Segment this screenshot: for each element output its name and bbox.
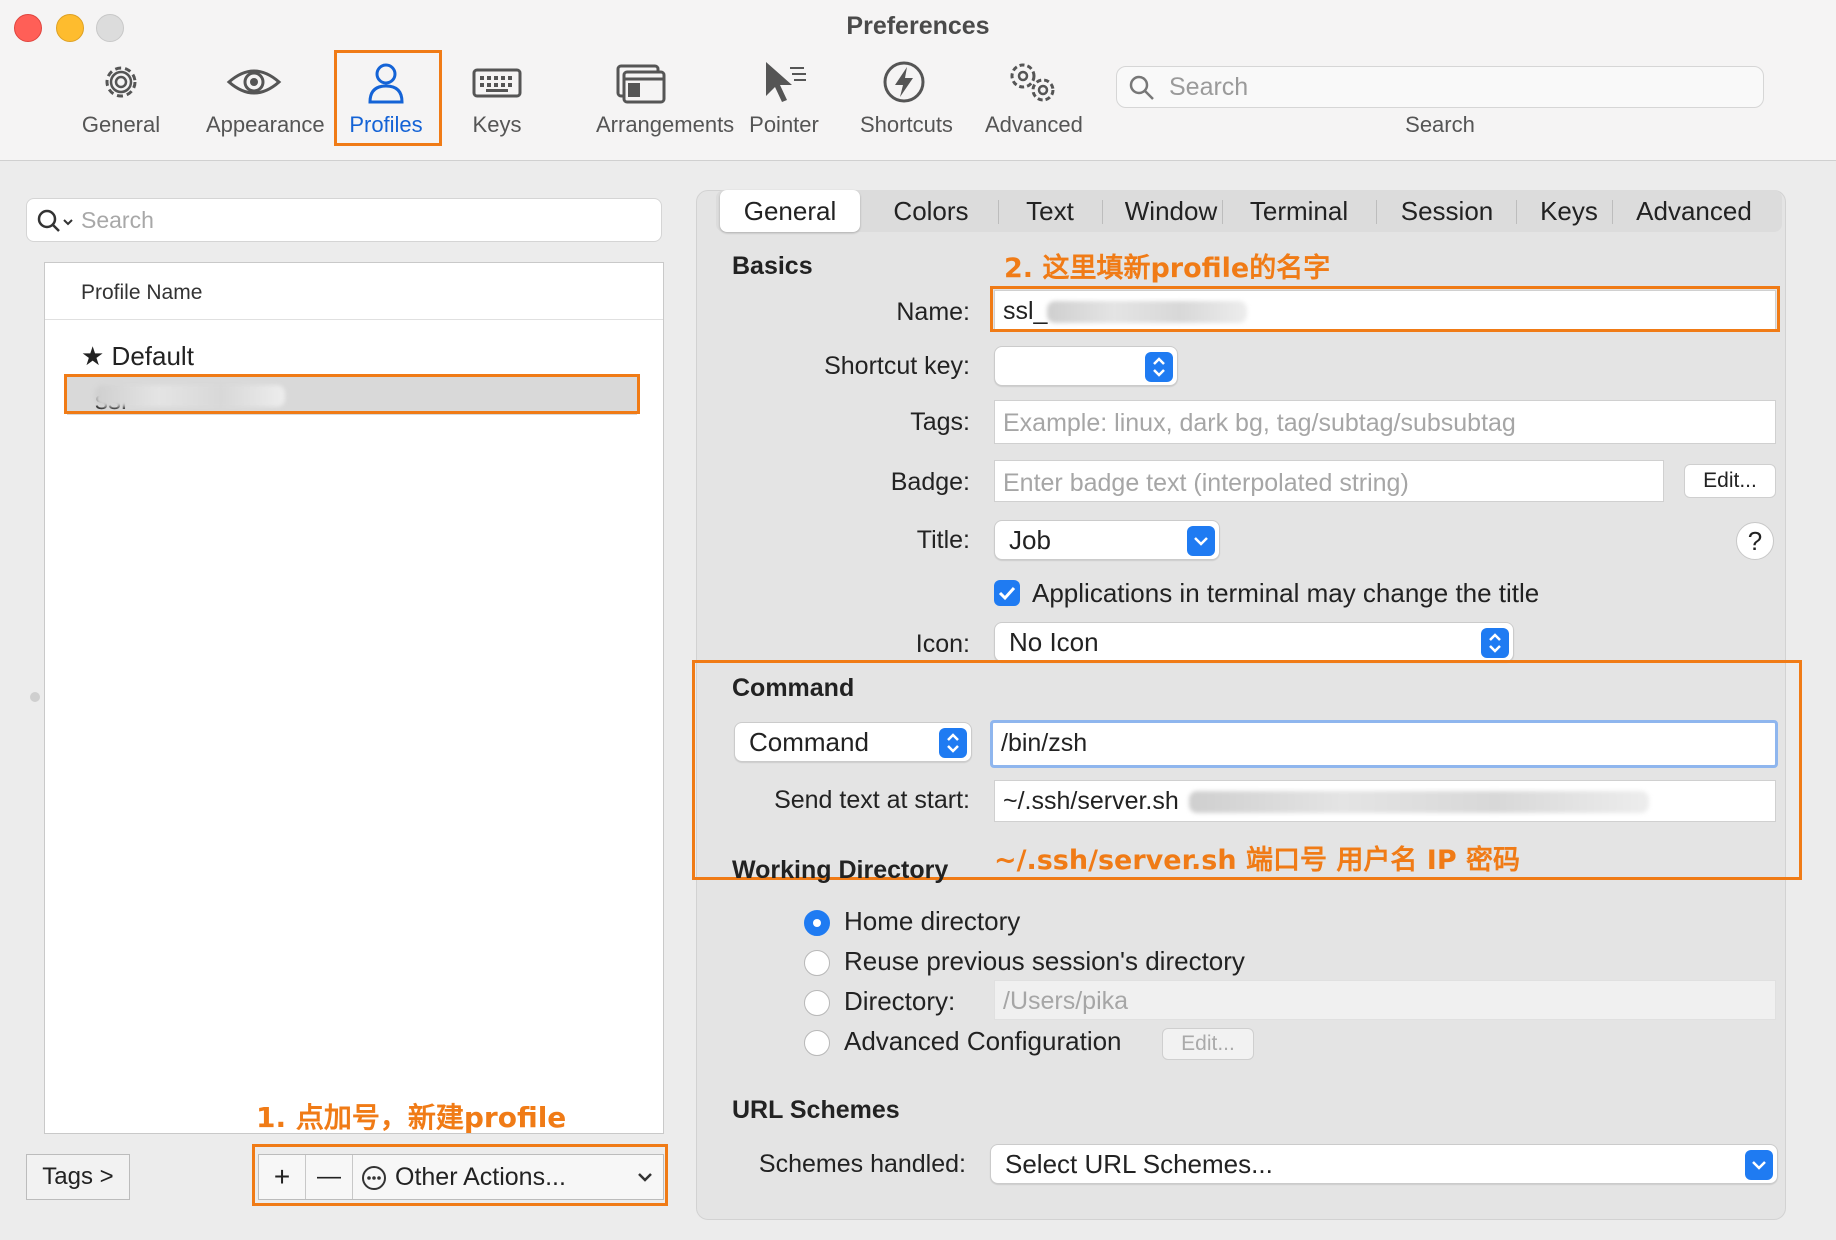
annotation-step1: 1. 点加号，新建profile: [256, 1101, 567, 1134]
working-directory-heading: Working Directory: [732, 856, 949, 884]
column-header-profile-name: Profile Name: [81, 281, 203, 304]
toolbar-advanced[interactable]: Advanced: [985, 58, 1083, 144]
apps-change-title-checkbox[interactable]: [994, 580, 1020, 606]
directory-input[interactable]: /Users/pika: [994, 980, 1776, 1020]
stepper-icon: [1145, 352, 1173, 382]
apps-change-title-label: Applications in terminal may change the …: [1032, 578, 1540, 608]
divider: [1376, 200, 1377, 224]
lightning-icon: [883, 61, 925, 103]
star-icon: ★: [81, 341, 105, 371]
tab-general[interactable]: General: [720, 190, 860, 232]
tags-button[interactable]: Tags >: [26, 1154, 130, 1200]
search-icon: [37, 209, 73, 232]
pointer-icon: [766, 62, 806, 102]
tab-bar: General Colors Text Window Terminal Sess…: [716, 190, 1782, 232]
toolbar-keys[interactable]: Keys: [472, 58, 522, 144]
tab-advanced[interactable]: Advanced: [1614, 190, 1774, 232]
gear-icon: [105, 66, 137, 98]
shortcut-key-label: Shortcut key:: [824, 352, 970, 380]
toolbar-shortcuts[interactable]: Shortcuts: [860, 58, 953, 144]
toolbar-appearance[interactable]: Appearance: [206, 58, 325, 144]
name-field-highlight: [990, 286, 1780, 332]
divider: [1516, 200, 1517, 224]
divider: [1102, 200, 1103, 224]
divider: [998, 200, 999, 224]
search-placeholder: Search: [1169, 73, 1249, 101]
chevron-down-icon: [1187, 526, 1215, 556]
selected-profile-highlight: [64, 374, 640, 414]
tab-keys[interactable]: Keys: [1518, 190, 1620, 232]
search-icon: [1129, 75, 1154, 100]
radio-directory[interactable]: [804, 990, 830, 1016]
title-label: Title:: [916, 526, 970, 554]
badge-label: Badge:: [890, 468, 970, 496]
option-reuse-directory: Reuse previous session's directory: [844, 946, 1245, 976]
tags-label: Tags:: [910, 408, 970, 436]
window-title: Preferences: [846, 12, 990, 40]
preferences-window: Preferences General Appearance Profiles …: [0, 0, 1836, 1240]
profile-row-default[interactable]: ★ Default: [81, 341, 194, 372]
profile-search-input[interactable]: Search: [26, 198, 662, 242]
toolbar-arrangements[interactable]: Arrangements: [596, 58, 734, 144]
stepper-icon: [1481, 628, 1509, 658]
radio-advanced-config[interactable]: [804, 1030, 830, 1056]
icon-value: No Icon: [1009, 627, 1099, 657]
tags-input[interactable]: Example: linux, dark bg, tag/subtag/subs…: [994, 400, 1776, 444]
basics-heading: Basics: [732, 252, 813, 280]
search-caption: Search: [1405, 112, 1475, 137]
list-header[interactable]: Profile Name: [45, 263, 663, 320]
eye-icon: [226, 69, 282, 95]
chevron-down-icon: [1745, 1150, 1773, 1180]
option-home-directory: Home directory: [844, 906, 1021, 936]
icon-label: Icon:: [915, 630, 970, 658]
annotation-step2: 2. 这里填新profile的名字: [1004, 253, 1331, 284]
radio-home-directory[interactable]: [804, 910, 830, 936]
icon-popup[interactable]: No Icon: [994, 622, 1514, 662]
tab-session[interactable]: Session: [1378, 190, 1516, 232]
title-value: Job: [1009, 525, 1051, 555]
checkmark-icon: [998, 586, 1016, 601]
keyboard-icon: [472, 68, 522, 98]
tab-text[interactable]: Text: [1000, 190, 1100, 232]
divider: [1222, 200, 1223, 224]
tags-placeholder: Example: linux, dark bg, tag/subtag/subs…: [1003, 409, 1516, 437]
option-advanced-config: Advanced Configuration: [844, 1026, 1122, 1056]
windows-icon: [616, 64, 666, 104]
tab-colors[interactable]: Colors: [866, 190, 996, 232]
url-schemes-value: Select URL Schemes...: [1005, 1149, 1273, 1179]
title-popup[interactable]: Job: [994, 520, 1220, 560]
option-directory: Directory:: [844, 986, 956, 1016]
tab-terminal[interactable]: Terminal: [1224, 190, 1374, 232]
badge-edit-button[interactable]: Edit...: [1684, 464, 1776, 498]
badge-placeholder: Enter badge text (interpolated string): [1003, 469, 1409, 497]
tab-window[interactable]: Window: [1104, 190, 1238, 232]
advanced-config-edit-button[interactable]: Edit...: [1162, 1028, 1254, 1060]
radio-reuse-directory[interactable]: [804, 950, 830, 976]
url-schemes-heading: URL Schemes: [732, 1096, 900, 1124]
split-handle[interactable]: [30, 692, 40, 702]
profile-name: Default: [111, 341, 194, 371]
badge-input[interactable]: Enter badge text (interpolated string): [994, 460, 1664, 502]
command-section-highlight: [692, 660, 1802, 880]
shortcut-key-popup[interactable]: [994, 346, 1178, 386]
directory-placeholder: /Users/pika: [1003, 987, 1129, 1015]
add-button-highlight: [252, 1144, 668, 1206]
toolbar-pointer[interactable]: Pointer: [749, 58, 819, 144]
toolbar-general[interactable]: General: [82, 58, 160, 144]
toolbar: Preferences General Appearance Profiles …: [0, 0, 1836, 161]
schemes-handled-label: Schemes handled:: [758, 1150, 966, 1178]
help-button[interactable]: ?: [1736, 522, 1774, 560]
url-schemes-popup[interactable]: Select URL Schemes...: [990, 1144, 1778, 1184]
profiles-highlight: [334, 50, 442, 146]
divider: [1612, 200, 1613, 224]
toolbar-search-input[interactable]: Search: [1116, 66, 1764, 108]
gears-icon: [1010, 63, 1055, 102]
name-label: Name:: [896, 298, 970, 326]
search-placeholder: Search: [81, 207, 154, 233]
